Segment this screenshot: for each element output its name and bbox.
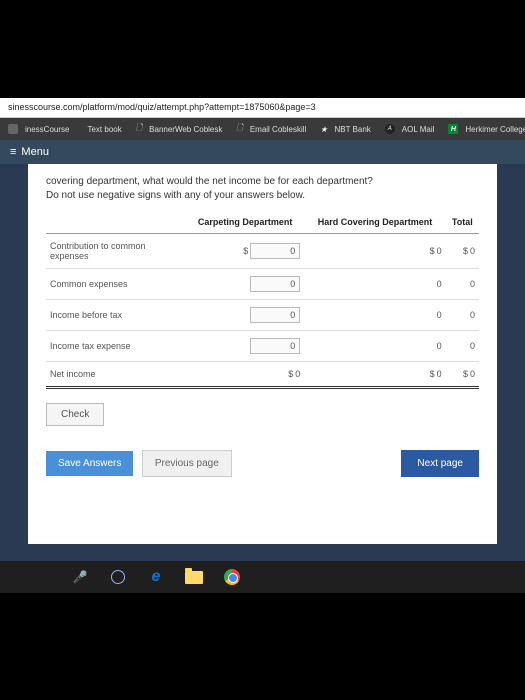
previous-page-button[interactable]: Previous page <box>142 450 232 477</box>
page-background: covering department, what would the net … <box>0 164 525 593</box>
bookmark-inesscourse[interactable]: inessCourse <box>4 124 77 134</box>
col-hardcovering: Hard Covering Department <box>304 211 445 234</box>
herkimer-icon: H <box>448 124 458 134</box>
menu-bar[interactable]: ≡ Menu <box>0 140 525 164</box>
table-row: Income before tax 0 0 0 <box>46 300 479 331</box>
mic-icon[interactable]: 🎤 <box>70 567 90 587</box>
star-icon: ★ <box>320 125 327 134</box>
table-row: Common expenses 0 0 0 <box>46 269 479 300</box>
table-row: Income tax expense 0 0 0 <box>46 331 479 362</box>
input-ibt-carpeting[interactable]: 0 <box>250 307 300 323</box>
url-bar[interactable]: sinesscourse.com/platform/mod/quiz/attem… <box>0 98 525 118</box>
bookmark-textbook[interactable]: Text book <box>79 125 129 134</box>
aol-icon: A <box>385 124 395 134</box>
bookmark-email[interactable]: 🗋Email Cobleskill <box>232 122 314 136</box>
next-page-button[interactable]: Next page <box>401 450 479 477</box>
bookmarks-bar: inessCourse Text book 🗋BannerWeb Coblesk… <box>0 118 525 140</box>
val-tax-hard: 0 <box>437 341 442 351</box>
save-answers-button[interactable]: Save Answers <box>46 451 133 476</box>
row-label: Income before tax <box>46 300 186 331</box>
windows-taskbar: 🎤 e <box>0 561 525 593</box>
bookmark-nbt[interactable]: ★NBT Bank <box>316 125 378 134</box>
val-ibt-total: 0 <box>470 310 475 320</box>
table-row-net: Net income $0 $0 $0 <box>46 362 479 388</box>
page-icon: 🗋 <box>236 122 242 136</box>
bookmark-aol[interactable]: AAOL Mail <box>381 124 443 134</box>
row-label: Contribution to common expenses <box>46 234 186 269</box>
bookmark-bannerweb[interactable]: 🗋BannerWeb Coblesk <box>132 122 231 136</box>
input-common-carpeting[interactable]: 0 <box>250 276 300 292</box>
val-ibt-hard: 0 <box>437 310 442 320</box>
hamburger-icon: ≡ <box>10 146 15 158</box>
chrome-icon[interactable] <box>222 567 242 587</box>
browser-window: sinesscourse.com/platform/mod/quiz/attem… <box>0 98 525 593</box>
question-text: covering department, what would the net … <box>46 176 479 187</box>
instruction-text: Do not use negative signs with any of yo… <box>46 190 479 201</box>
file-explorer-icon[interactable] <box>184 567 204 587</box>
table-row: Contribution to common expenses $0 $0 $0 <box>46 234 479 269</box>
row-label: Common expenses <box>46 269 186 300</box>
edge-icon[interactable]: e <box>146 567 166 587</box>
row-label: Net income <box>46 362 186 388</box>
site-icon <box>8 124 18 134</box>
val-net-carpeting: 0 <box>295 369 300 379</box>
val-net-hard: 0 <box>437 369 442 379</box>
quiz-content: covering department, what would the net … <box>28 164 497 544</box>
nav-buttons: Save Answers Previous page Next page <box>46 450 479 477</box>
val-tax-total: 0 <box>470 341 475 351</box>
val-net-total: 0 <box>470 369 475 379</box>
check-button[interactable]: Check <box>46 403 104 426</box>
col-total: Total <box>446 211 479 234</box>
bookmark-herkimer[interactable]: HHerkimer College - B <box>444 124 525 134</box>
menu-label: Menu <box>21 146 49 158</box>
val-common-total: 0 <box>470 279 475 289</box>
input-tax-carpeting[interactable]: 0 <box>250 338 300 354</box>
val-common-hard: 0 <box>437 279 442 289</box>
input-contrib-carpeting[interactable]: 0 <box>250 243 300 259</box>
photo-frame: sinesscourse.com/platform/mod/quiz/attem… <box>0 0 525 700</box>
cortana-icon[interactable] <box>108 567 128 587</box>
col-carpeting: Carpeting Department <box>186 211 304 234</box>
page-icon: 🗋 <box>136 122 142 136</box>
answer-table: Carpeting Department Hard Covering Depar… <box>46 211 479 389</box>
row-label: Income tax expense <box>46 331 186 362</box>
val-contrib-total: 0 <box>470 246 475 256</box>
val-contrib-hard: 0 <box>437 246 442 256</box>
